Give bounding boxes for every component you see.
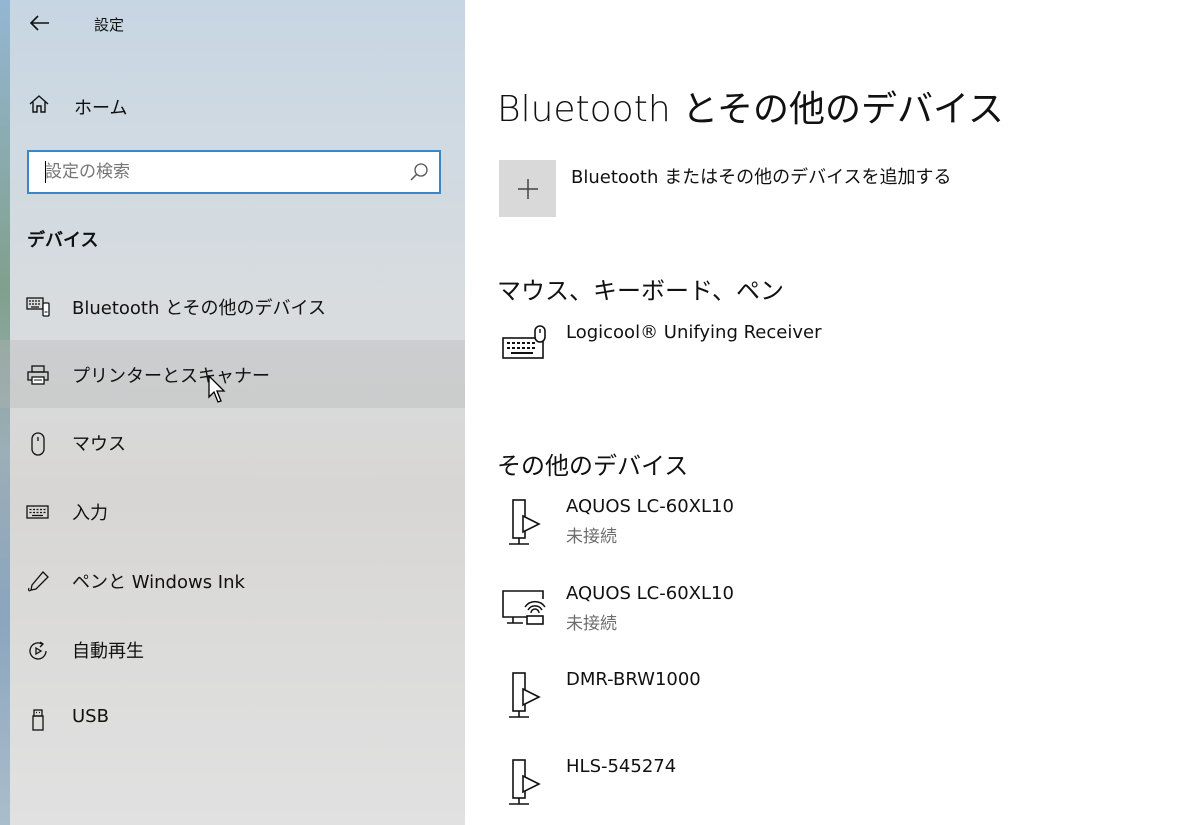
device-item[interactable]: AQUOS LC-60XL10 未接続: [495, 583, 1175, 653]
sidebar-item-autoplay[interactable]: 自動再生: [0, 615, 465, 683]
plus-icon: [517, 178, 538, 199]
device-name: AQUOS LC-60XL10: [566, 496, 734, 517]
pen-icon: [26, 570, 50, 592]
autoplay-icon: [26, 639, 50, 661]
bluetooth-devices-icon: [26, 296, 50, 318]
device-item[interactable]: HLS-545274: [495, 756, 1175, 825]
sidebar-item-mouse[interactable]: マウス: [0, 408, 465, 476]
device-name: DMR-BRW1000: [566, 669, 701, 690]
sidebar-item-printers[interactable]: プリンターとスキャナー: [0, 340, 465, 408]
add-device-link[interactable]: Bluetooth またはその他のデバイスを追加する: [571, 163, 952, 189]
home-icon: [28, 94, 50, 118]
sidebar-item-label: 自動再生: [72, 641, 144, 662]
window-title: 設定: [94, 16, 125, 34]
sidebar-item-label: ホーム: [74, 98, 128, 119]
mouse-pointer-icon: [208, 374, 228, 409]
settings-window: 設定 ホーム デバイス: [0, 0, 1200, 825]
text-caret: [45, 161, 46, 183]
search-box[interactable]: [27, 150, 441, 194]
keyboard-mouse-icon: [499, 324, 549, 374]
main-content: Bluetooth とその他のデバイス Bluetooth またはその他のデバイ…: [465, 0, 1200, 825]
media-device-icon: [499, 498, 549, 548]
device-item[interactable]: AQUOS LC-60XL10 未接続: [495, 496, 1175, 566]
search-input[interactable]: [29, 153, 389, 191]
device-status: 未接続: [566, 527, 617, 547]
sidebar-item-bluetooth[interactable]: Bluetooth とその他のデバイス: [0, 272, 465, 340]
sidebar-item-home[interactable]: ホーム: [0, 82, 465, 128]
device-item[interactable]: DMR-BRW1000: [495, 669, 1175, 739]
search-icon[interactable]: [409, 162, 429, 186]
device-name: HLS-545274: [566, 756, 677, 777]
group-title: その他のデバイス: [497, 452, 689, 480]
back-button[interactable]: [22, 8, 58, 38]
sidebar-item-usb[interactable]: USB: [0, 684, 465, 752]
media-device-icon: [499, 758, 549, 808]
add-device-button[interactable]: [499, 160, 556, 217]
mouse-icon: [26, 432, 50, 456]
sidebar-item-label: USB: [72, 706, 109, 727]
sidebar-item-label: マウス: [72, 434, 126, 455]
sidebar-item-label: ペンと Windows Ink: [72, 572, 245, 593]
sidebar-item-label: 入力: [72, 503, 108, 524]
section-heading: デバイス: [27, 230, 99, 251]
page-title: Bluetooth とその他のデバイス: [497, 89, 1004, 130]
title-bar: 設定: [0, 0, 465, 48]
device-name: AQUOS LC-60XL10: [566, 583, 734, 604]
group-title: マウス、キーボード、ペン: [497, 277, 785, 305]
usb-icon: [26, 708, 50, 731]
sidebar: 設定 ホーム デバイス: [0, 0, 465, 825]
back-arrow-icon: [30, 15, 49, 31]
wireless-display-icon: [499, 585, 549, 635]
sidebar-item-typing[interactable]: 入力: [0, 477, 465, 545]
sidebar-item-label: プリンターとスキャナー: [72, 366, 270, 387]
media-device-icon: [499, 671, 549, 721]
device-status: 未接続: [566, 614, 617, 634]
keyboard-icon: [26, 501, 50, 523]
device-item[interactable]: Logicool® Unifying Receiver: [495, 322, 1175, 392]
device-name: Logicool® Unifying Receiver: [566, 322, 822, 343]
sidebar-item-pen[interactable]: ペンと Windows Ink: [0, 546, 465, 614]
sidebar-item-label: Bluetooth とその他のデバイス: [72, 298, 327, 319]
printer-icon: [26, 364, 50, 386]
